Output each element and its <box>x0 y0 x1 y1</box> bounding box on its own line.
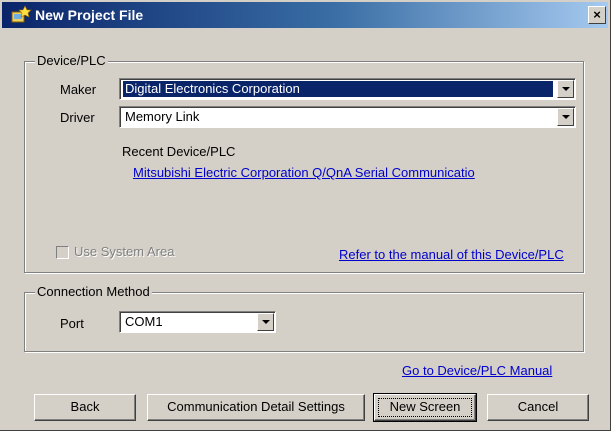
chevron-down-icon[interactable] <box>557 80 574 98</box>
driver-select-value: Memory Link <box>125 109 200 124</box>
maker-select[interactable]: Digital Electronics Corporation <box>119 78 576 100</box>
driver-select[interactable]: Memory Link <box>119 106 576 128</box>
connection-method-group-label: Connection Method <box>35 284 152 300</box>
close-button[interactable]: × <box>588 6 606 24</box>
go-to-device-plc-manual-link[interactable]: Go to Device/PLC Manual <box>402 363 552 378</box>
port-select[interactable]: COM1 <box>119 311 276 333</box>
maker-label: Maker <box>60 82 97 97</box>
port-label: Port <box>60 316 84 331</box>
chevron-down-icon[interactable] <box>257 313 274 331</box>
new-screen-button[interactable]: New Screen <box>373 393 477 422</box>
connection-method-group: Connection Method <box>24 284 584 352</box>
recent-device-plc-link[interactable]: Mitsubishi Electric Corporation Q/QnA Se… <box>133 165 475 180</box>
chevron-down-icon[interactable] <box>557 108 574 126</box>
device-plc-manual-link[interactable]: Refer to the manual of this Device/PLC <box>339 247 564 262</box>
use-system-area-label: Use System Area <box>74 244 175 259</box>
new-project-file-dialog: New Project File × Device/PLC Maker Digi… <box>0 0 611 431</box>
maker-select-value: Digital Electronics Corporation <box>123 81 553 97</box>
recent-device-plc-label: Recent Device/PLC <box>122 144 236 159</box>
driver-label: Driver <box>60 110 95 125</box>
port-select-value: COM1 <box>125 314 163 329</box>
title-bar[interactable]: New Project File × <box>2 2 608 28</box>
use-system-area-checkbox[interactable] <box>56 246 69 259</box>
back-button[interactable]: Back <box>34 394 136 421</box>
device-plc-group-label: Device/PLC <box>35 53 108 69</box>
app-icon <box>10 5 32 25</box>
communication-detail-settings-button[interactable]: Communication Detail Settings <box>147 394 365 421</box>
cancel-button[interactable]: Cancel <box>487 394 589 421</box>
window-title: New Project File <box>35 7 144 23</box>
